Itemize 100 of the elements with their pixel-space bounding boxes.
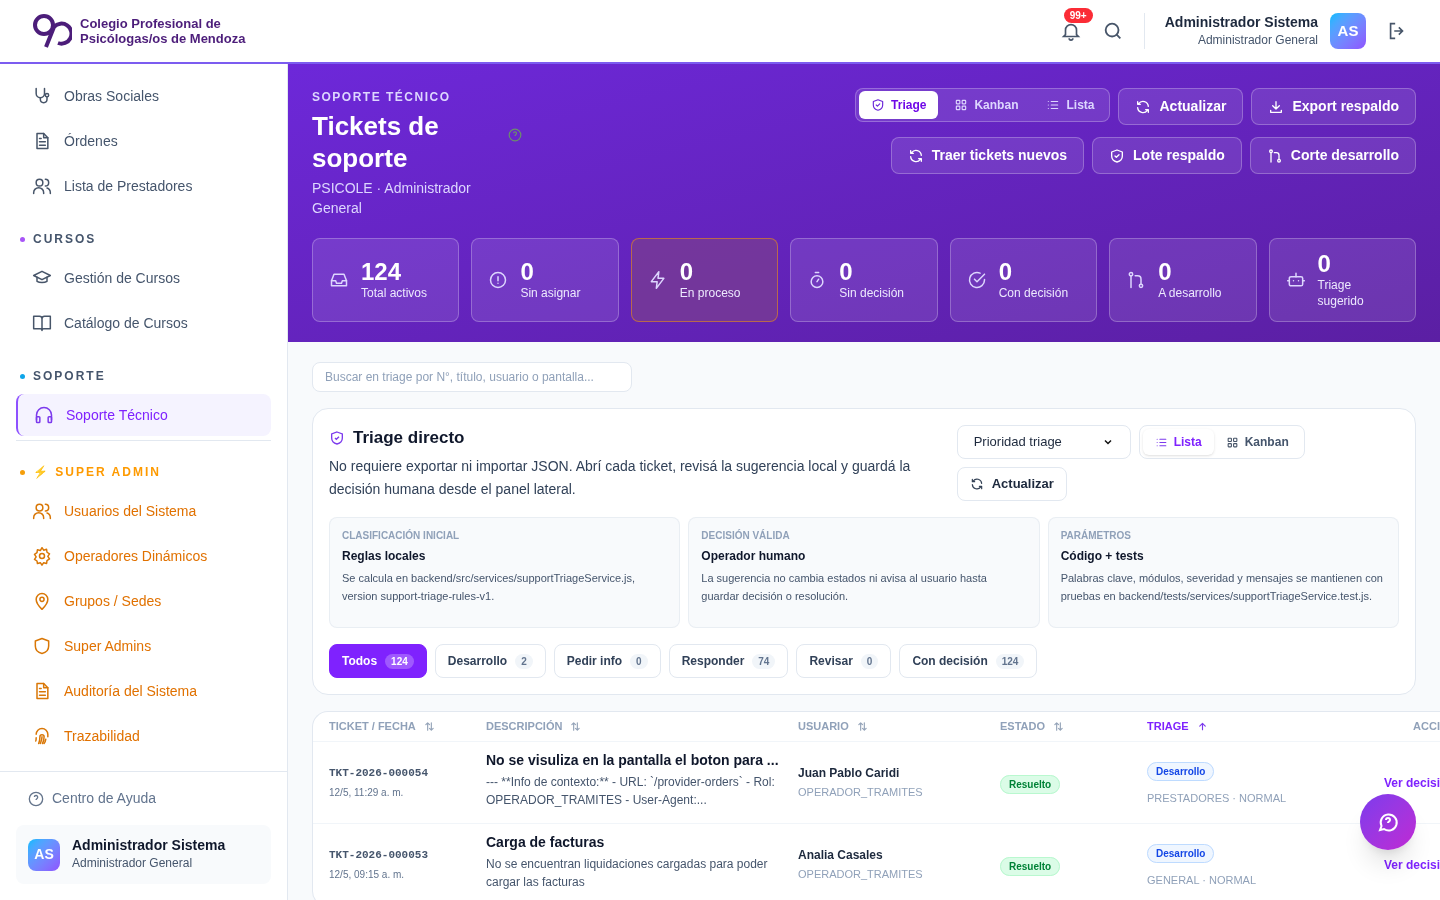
gear-icon — [32, 546, 52, 566]
action-button[interactable]: Export respaldo — [1251, 88, 1416, 125]
sort-icon — [570, 721, 582, 732]
filter-chip[interactable]: Responder 74 — [668, 644, 789, 678]
filter-count: 124 — [385, 653, 414, 669]
user-name: Administrador Sistema — [1164, 13, 1318, 31]
sidebar-item[interactable]: Obras Sociales — [16, 75, 271, 117]
map-pin-icon — [32, 591, 52, 611]
sort-icon — [1053, 721, 1065, 732]
filter-count: 74 — [752, 653, 776, 669]
view-tab[interactable]: Lista — [1034, 91, 1107, 119]
alert-circle-icon — [488, 270, 509, 290]
sort-icon — [856, 721, 868, 732]
stat-card[interactable]: 0 Con decisión — [949, 238, 1098, 322]
filter-chip[interactable]: Revisar 0 — [796, 644, 892, 678]
stat-card[interactable]: 0 Sin asignar — [471, 238, 619, 322]
sidebar-item[interactable]: Órdenes — [16, 120, 271, 162]
sidebar-item[interactable]: Lista de Prestadores — [16, 165, 271, 207]
ticket-description: --- **Info de contexto:** - URL: `/provider-orders` - Rol: OPERADOR_TRAMITES - User-Agent:... — [486, 774, 776, 809]
grid-icon — [1225, 435, 1239, 449]
stat-value: 0 — [1317, 251, 1332, 277]
shield-check-icon — [871, 98, 886, 112]
user-card[interactable]: AS Administrador Sistema Administrador General — [16, 825, 271, 884]
action-button[interactable]: Corte desarrollo — [1249, 137, 1416, 174]
sort-icon — [423, 721, 435, 732]
triage-badge: Desarrollo — [1147, 762, 1215, 782]
action-button[interactable]: Lote respaldo — [1092, 137, 1242, 174]
stat-value: 0 — [679, 259, 695, 285]
view-decision-link[interactable]: Ver decisi — [1383, 855, 1440, 874]
users-icon — [32, 501, 52, 521]
triage-meta: GENERAL · NORMAL — [1147, 873, 1257, 889]
user-name: Administrador Sistema — [72, 837, 226, 854]
stat-label: En proceso — [679, 285, 741, 301]
filter-count: 0 — [860, 653, 879, 669]
card-label: CLASIFICACIÓN INICIAL — [342, 528, 461, 543]
sort-select[interactable]: Prioridad triage — [956, 425, 1131, 459]
filter-chip[interactable]: Desarrollo 2 — [434, 644, 546, 678]
filter-count: 2 — [515, 653, 533, 669]
panel-description: No requiere exportar ni importar JSON. Abrí cada ticket, revisá la sugerencia local y guardá la decisión humana desde el panel lateral. — [329, 456, 912, 499]
filter-count: 124 — [995, 653, 1025, 669]
stat-card[interactable]: 0 Sin decisión — [790, 238, 938, 322]
stat-value: 0 — [998, 259, 1014, 285]
filter-chip[interactable]: Con decisión 124 — [899, 644, 1038, 678]
card-text: Se calcula en backend/src/services/supportTriageService.js, version support-triage-rules-v1. — [342, 571, 637, 604]
stat-label: Con decisión — [998, 285, 1069, 301]
page-title: Tickets de soporte — [312, 110, 440, 174]
help-icon — [28, 790, 44, 807]
card-text: Palabras clave, módulos, severidad y mensajes se mantienen con pruebas en backend/tests/services/supportTriageService.test.js. — [1060, 571, 1384, 604]
sidebar-item[interactable]: Gestión de Cursos — [16, 257, 271, 299]
status-badge: Resuelto — [1000, 856, 1061, 876]
refresh-icon — [969, 477, 984, 491]
stat-label: Sin asignar — [520, 285, 581, 301]
stat-card[interactable]: 0 Triage sugerido — [1268, 238, 1416, 322]
view-tab[interactable]: Triage — [859, 91, 939, 119]
stat-label: A desarrollo — [1158, 285, 1222, 301]
page-subtitle: PSICOLE · Administrador General — [312, 179, 472, 218]
user-name: Juan Pablo Caridi — [798, 765, 901, 783]
triage-meta: PRESTADORES · NORMAL — [1147, 791, 1288, 807]
card-title: Reglas locales — [342, 548, 427, 565]
check-circle-icon — [966, 270, 987, 290]
view-decision-link[interactable]: Ver decisi — [1383, 773, 1440, 792]
stat-card[interactable]: 124 Total activos — [312, 238, 460, 322]
triage-badge: Desarrollo — [1147, 844, 1215, 864]
robot-icon — [1285, 270, 1306, 290]
download-icon — [1268, 98, 1285, 115]
card-label: PARÁMETROS — [1060, 528, 1133, 543]
sidebar-item[interactable]: Soporte Técnico — [16, 394, 271, 436]
stat-card[interactable]: 0 En proceso — [630, 238, 779, 322]
stat-value: 0 — [1158, 259, 1173, 285]
headset-icon — [34, 405, 54, 425]
inbox-icon — [329, 270, 349, 290]
refresh-button[interactable]: Actualizar — [956, 467, 1067, 501]
ticket-title: No se visuliza en la pantalla el boton para ... — [486, 751, 778, 770]
ticket-id: TKT-2026-000053 — [329, 847, 430, 863]
filter-chip[interactable]: Pedir info 0 — [553, 644, 661, 678]
stat-label: Sin decisión — [839, 285, 904, 301]
user-avatar: AS — [28, 838, 60, 871]
ticket-date: 12/5, 11:29 a. m. — [329, 786, 405, 801]
list-icon — [1046, 98, 1061, 112]
layout-tab[interactable]: Kanban — [1213, 429, 1301, 455]
column-header[interactable]: TRIAGE — [1147, 718, 1189, 735]
user-role: OPERADOR_TRAMITES — [798, 785, 924, 801]
help-link[interactable]: Centro de Ayuda — [16, 788, 271, 809]
refresh-icon — [1135, 98, 1152, 115]
panel-title: Triage directo — [353, 427, 465, 449]
view-tab[interactable]: Kanban — [942, 91, 1031, 119]
ticket-date: 12/5, 09:15 a. m. — [329, 868, 406, 883]
stat-card[interactable]: 0 A desarrollo — [1109, 238, 1257, 322]
user-name: Analia Casales — [798, 847, 884, 865]
action-button[interactable]: Actualizar — [1118, 88, 1244, 125]
ticket-id: TKT-2026-000054 — [329, 765, 430, 781]
sidebar-item[interactable]: Catálogo de Cursos — [16, 302, 271, 344]
layout-tab[interactable]: Lista — [1142, 429, 1214, 455]
search-field[interactable]: Buscar en triage por N°, título, usuario o pantalla... — [312, 362, 632, 392]
filter-chip[interactable]: Todos 124 — [329, 644, 427, 678]
users-icon — [32, 176, 52, 196]
card-title: Operador humano — [701, 548, 807, 565]
filter-count: 0 — [630, 653, 648, 669]
logo-icon — [32, 13, 72, 49]
action-button[interactable]: Traer tickets nuevos — [890, 137, 1085, 174]
